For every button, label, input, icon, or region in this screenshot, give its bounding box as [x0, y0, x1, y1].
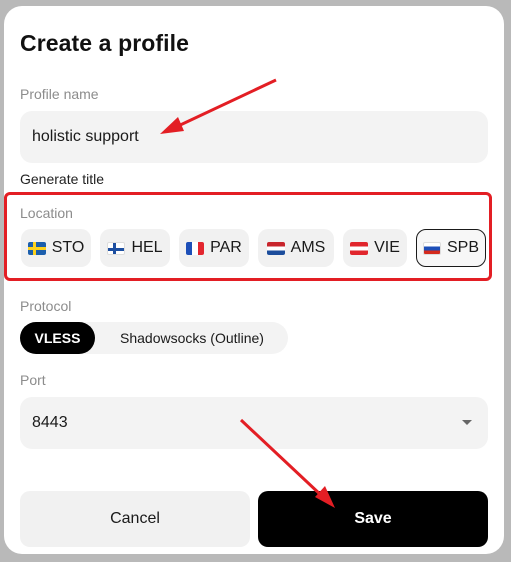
location-chip-vie[interactable]: VIE [343, 229, 407, 267]
location-chip-ams[interactable]: AMS [258, 229, 334, 267]
location-code: VIE [374, 239, 400, 256]
port-value: 8443 [32, 414, 68, 431]
location-chip-spb[interactable]: SPB [416, 229, 486, 267]
netherlands-flag-icon [266, 241, 285, 255]
port-select[interactable]: 8443 [20, 397, 488, 449]
location-chip-sto[interactable]: STO [21, 229, 91, 267]
profile-name-value: holistic support [32, 128, 139, 145]
location-chip-par[interactable]: PAR [179, 229, 249, 267]
protocol-toggle: VLESS Shadowsocks (Outline) [20, 322, 288, 354]
protocol-option-vless[interactable]: VLESS [20, 322, 95, 354]
location-code: AMS [290, 239, 326, 256]
port-label: Port [20, 372, 46, 388]
location-code: STO [51, 239, 85, 256]
russia-flag-icon [422, 241, 441, 255]
save-button[interactable]: Save [258, 491, 488, 547]
finland-flag-icon [107, 241, 126, 255]
protocol-option-shadowsocks[interactable]: Shadowsocks (Outline) [102, 322, 282, 354]
chevron-down-icon [462, 420, 472, 425]
dialog-title: Create a profile [20, 30, 190, 56]
cancel-button[interactable]: Cancel [20, 491, 250, 547]
location-code: PAR [210, 239, 242, 256]
sweden-flag-icon [27, 241, 46, 255]
france-flag-icon [186, 241, 205, 255]
location-code: HEL [131, 239, 163, 256]
profile-name-label: Profile name [20, 86, 99, 102]
protocol-label: Protocol [20, 298, 72, 314]
location-code: SPB [446, 239, 479, 256]
generate-title-link[interactable]: Generate title [20, 171, 104, 187]
location-chip-hel[interactable]: HEL [100, 229, 170, 267]
profile-name-input[interactable]: holistic support [20, 111, 488, 163]
austria-flag-icon [350, 241, 369, 255]
